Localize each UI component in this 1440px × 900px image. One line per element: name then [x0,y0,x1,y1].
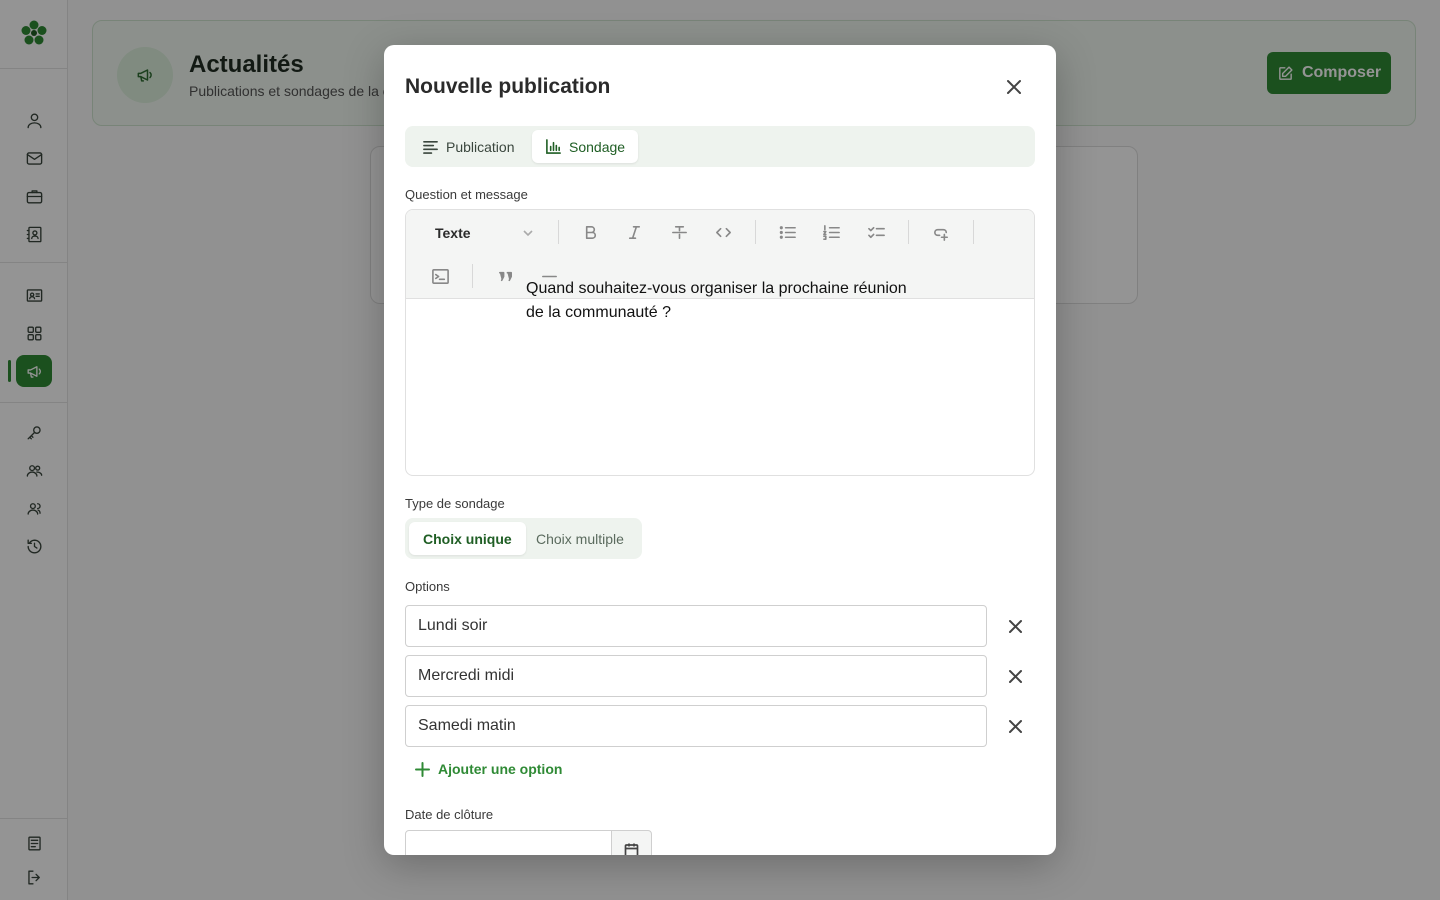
tab-label: Sondage [569,138,626,155]
close-dialog-button[interactable] [1002,75,1026,99]
remove-option-button[interactable] [1003,664,1027,688]
checklist-icon [867,226,885,238]
bullet-list-button[interactable] [774,219,800,245]
task-list-button[interactable] [863,219,889,245]
toolbar-separator [908,220,909,244]
block-type-value: Texte [435,225,471,241]
chevron-down-icon [523,230,533,237]
post-type-tabs: Publication Sondage [405,126,1035,167]
bar-chart-icon [546,139,561,154]
single-choice-button[interactable]: Choix unique [409,522,526,555]
question-label: Question et message [405,187,528,202]
code-icon [715,227,731,237]
option-input[interactable] [405,705,987,747]
block-type-select[interactable]: Texte [435,222,535,244]
toolbar-separator [558,220,559,244]
remove-option-button[interactable] [1003,714,1027,738]
calendar-icon [624,843,639,855]
option-input[interactable] [405,655,987,697]
poll-type-selector: Choix unique Choix multiple [405,518,642,559]
bold-button[interactable] [577,219,603,245]
close-icon [1008,669,1022,683]
plus-icon [415,761,430,777]
add-option-button[interactable]: Ajouter une option [415,761,562,777]
date-picker-button[interactable] [611,830,652,855]
terminal-icon [431,268,449,284]
tab-publication[interactable]: Publication [409,130,528,163]
closing-date-label: Date de clôture [405,807,494,822]
closing-date-input[interactable] [405,830,612,855]
dialog-title: Nouvelle publication [405,75,611,98]
editor-content: Quand souhaitez-vous organiser la procha… [526,280,907,321]
link-icon [933,228,948,241]
strikethrough-button[interactable] [666,219,692,245]
toolbar-separator [472,264,473,288]
strikethrough-icon [671,225,687,239]
italic-button[interactable] [621,219,647,245]
tab-poll[interactable]: Sondage [532,130,639,163]
code-button[interactable] [710,219,736,245]
link-button[interactable] [928,219,954,245]
bullet-list-icon [779,225,796,239]
add-option-label: Ajouter une option [438,761,563,777]
editor-content-area[interactable]: Quand souhaitez-vous organiser la procha… [406,280,1034,475]
ordered-list-icon [822,224,840,240]
quote-icon [498,271,512,281]
close-icon [1007,80,1021,94]
multiple-choice-button[interactable]: Choix multiple [522,522,638,555]
close-icon [1008,719,1022,733]
poll-type-label: Type de sondage [405,496,505,511]
close-icon [1008,619,1022,633]
options-label: Options [405,579,450,594]
toolbar-separator [755,220,756,244]
italic-icon [628,225,640,239]
blockquote-button[interactable] [492,263,518,289]
text-lines-icon [423,140,438,154]
remove-option-button[interactable] [1003,614,1027,638]
option-input[interactable] [405,605,987,647]
bold-icon [585,225,596,239]
tab-label: Publication [446,138,515,155]
code-block-button[interactable] [427,263,453,289]
new-post-dialog: Nouvelle publication Publication Sondage… [384,45,1056,855]
toolbar-separator [973,220,974,244]
rich-text-editor: Texte Quand souhaitez-vous organiser la … [405,209,1035,476]
ordered-list-button[interactable] [818,219,844,245]
